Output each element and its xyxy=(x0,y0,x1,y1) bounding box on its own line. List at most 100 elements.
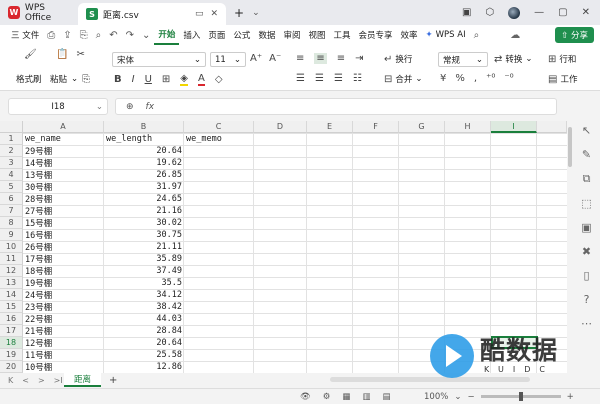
cut-icon[interactable]: ✂ xyxy=(76,49,84,60)
format-brush-icon[interactable]: ✎ xyxy=(582,148,591,161)
selection-icon[interactable]: ⬚ xyxy=(581,197,591,210)
row-header[interactable]: 4 xyxy=(0,169,23,181)
eye-icon[interactable]: 👁 xyxy=(300,392,311,402)
cell-b17[interactable]: 28.84 xyxy=(104,325,184,337)
cell-a4[interactable]: 13号棚 xyxy=(23,169,104,181)
bold-icon[interactable]: B xyxy=(114,74,122,85)
name-box[interactable]: I18 ⌄ xyxy=(8,98,108,115)
align-left-icon[interactable]: ☰ xyxy=(296,73,305,84)
cell-b5[interactable]: 31.97 xyxy=(104,181,184,193)
menu-item-home[interactable]: 开始 xyxy=(154,25,180,45)
cell-a14[interactable]: 24号棚 xyxy=(23,289,104,301)
wrap-button[interactable]: ↵ 换行 xyxy=(384,53,412,66)
row-header[interactable]: 16 xyxy=(0,313,23,325)
cell-b16[interactable]: 44.03 xyxy=(104,313,184,325)
cell-a15[interactable]: 23号棚 xyxy=(23,301,104,313)
menu-item-efficiency[interactable]: 效率 xyxy=(397,25,422,45)
format-painter-icon[interactable]: 🖌 xyxy=(24,49,37,60)
add-sheet-button[interactable]: + xyxy=(101,375,117,386)
print-preview-icon[interactable]: ⌕ xyxy=(92,30,106,41)
zoom-chevron-icon[interactable]: ⌄ xyxy=(454,392,461,402)
book-icon[interactable]: ▯ xyxy=(583,269,589,282)
cell-b18[interactable]: 20.64 xyxy=(104,337,184,349)
indent-icon[interactable]: ⇥ xyxy=(355,53,363,64)
cell-a2[interactable]: 29号棚 xyxy=(23,145,104,157)
file-menu[interactable]: 三 文件 xyxy=(7,25,43,45)
menu-item-formula[interactable]: 公式 xyxy=(229,25,254,45)
row-header[interactable]: 15 xyxy=(0,301,23,313)
page-break-icon[interactable]: ▤ xyxy=(382,392,390,402)
select-pointer-icon[interactable]: ↖ xyxy=(582,124,591,137)
cell-a9[interactable]: 16号棚 xyxy=(23,229,104,241)
distributed-icon[interactable]: ☷ xyxy=(353,73,362,84)
row-header[interactable]: 9 xyxy=(0,229,23,241)
close-tab-icon[interactable]: ✕ xyxy=(210,9,218,19)
fill-color-icon[interactable]: ◈ xyxy=(180,73,188,86)
cell-b4[interactable]: 26.85 xyxy=(104,169,184,181)
normal-view-icon[interactable]: ▦ xyxy=(342,392,350,402)
font-color-icon[interactable]: A xyxy=(198,73,205,86)
row-header[interactable]: 1 xyxy=(0,133,23,145)
percent-icon[interactable]: % xyxy=(455,73,465,84)
column-header-f[interactable]: F xyxy=(353,121,399,133)
cell-a13[interactable]: 19号棚 xyxy=(23,277,104,289)
row-header[interactable]: 6 xyxy=(0,193,23,205)
cell-a6[interactable]: 28号棚 xyxy=(23,193,104,205)
cell-a8[interactable]: 15号棚 xyxy=(23,217,104,229)
maximize-icon[interactable]: ▢ xyxy=(558,7,567,18)
tools-icon[interactable]: ✖ xyxy=(582,245,591,258)
formula-input[interactable]: ⊕ fx xyxy=(115,98,557,115)
row-header[interactable]: 18 xyxy=(0,337,23,349)
cell-b3[interactable]: 19.62 xyxy=(104,157,184,169)
select-all-corner[interactable] xyxy=(0,121,23,133)
cloud-icon[interactable]: ☁ xyxy=(510,30,520,41)
cell-b20[interactable]: 12.86 xyxy=(104,361,184,373)
cell-c1[interactable]: we_memo xyxy=(184,133,254,145)
row-header[interactable]: 2 xyxy=(0,145,23,157)
number-format-select[interactable]: 常规 ⌄ xyxy=(438,52,488,67)
cell-b15[interactable]: 38.42 xyxy=(104,301,184,313)
backup-icon[interactable]: ▣ xyxy=(581,221,591,234)
column-header-g[interactable]: G xyxy=(399,121,445,133)
align-middle-icon[interactable]: ≡ xyxy=(314,53,327,64)
column-header-e[interactable]: E xyxy=(307,121,353,133)
minimize-icon[interactable]: — xyxy=(534,7,544,18)
cell-a5[interactable]: 30号棚 xyxy=(23,181,104,193)
cell-b14[interactable]: 34.12 xyxy=(104,289,184,301)
column-header-d[interactable]: D xyxy=(254,121,307,133)
underline-icon[interactable]: U xyxy=(145,74,152,85)
column-header-i[interactable]: I xyxy=(491,121,537,133)
vertical-scroll-thumb[interactable] xyxy=(568,127,572,167)
menu-item-view[interactable]: 视图 xyxy=(304,25,329,45)
menu-item-data[interactable]: 数据 xyxy=(254,25,279,45)
thousands-icon[interactable]: , xyxy=(474,73,477,84)
copy-icon[interactable]: ⎘ xyxy=(82,74,90,85)
cell-a1[interactable]: we_name xyxy=(23,133,104,145)
document-tab[interactable]: S 距离.csv ▭ ✕ xyxy=(78,3,226,25)
cell-a20[interactable]: 10号棚 xyxy=(23,361,104,373)
align-center-icon[interactable]: ☰ xyxy=(315,73,324,84)
first-sheet-icon[interactable]: K xyxy=(8,376,13,385)
screen-icon[interactable]: ▭ xyxy=(195,9,204,19)
row-header[interactable]: 13 xyxy=(0,277,23,289)
zoom-value[interactable]: 100% xyxy=(424,392,448,402)
cube-icon[interactable]: ⬡ xyxy=(485,7,494,18)
share-button[interactable]: ⇧ 分享 xyxy=(555,27,594,43)
align-top-icon[interactable]: ≡ xyxy=(296,53,304,64)
cell-b6[interactable]: 24.65 xyxy=(104,193,184,205)
save-icon[interactable]: ⎙ xyxy=(43,30,59,41)
merge-button[interactable]: ⊟ 合并 ⌄ xyxy=(384,73,423,86)
clear-format-icon[interactable]: ◇ xyxy=(215,74,223,85)
convert-button[interactable]: ⇄ 转换 ⌄ xyxy=(494,53,533,66)
cell-a17[interactable]: 21号棚 xyxy=(23,325,104,337)
border-icon[interactable]: ⊞ xyxy=(162,74,170,85)
prev-sheet-icon[interactable]: < xyxy=(22,376,29,385)
export-icon[interactable]: ⇪ xyxy=(59,30,75,41)
row-header[interactable]: 14 xyxy=(0,289,23,301)
cell-b12[interactable]: 37.49 xyxy=(104,265,184,277)
font-decrease-icon[interactable]: A⁻ xyxy=(269,53,281,64)
align-right-icon[interactable]: ☰ xyxy=(334,73,343,84)
avatar[interactable] xyxy=(508,6,521,19)
row-header[interactable]: 7 xyxy=(0,205,23,217)
rows-cols-button[interactable]: ⊞ 行和 xyxy=(548,53,576,66)
